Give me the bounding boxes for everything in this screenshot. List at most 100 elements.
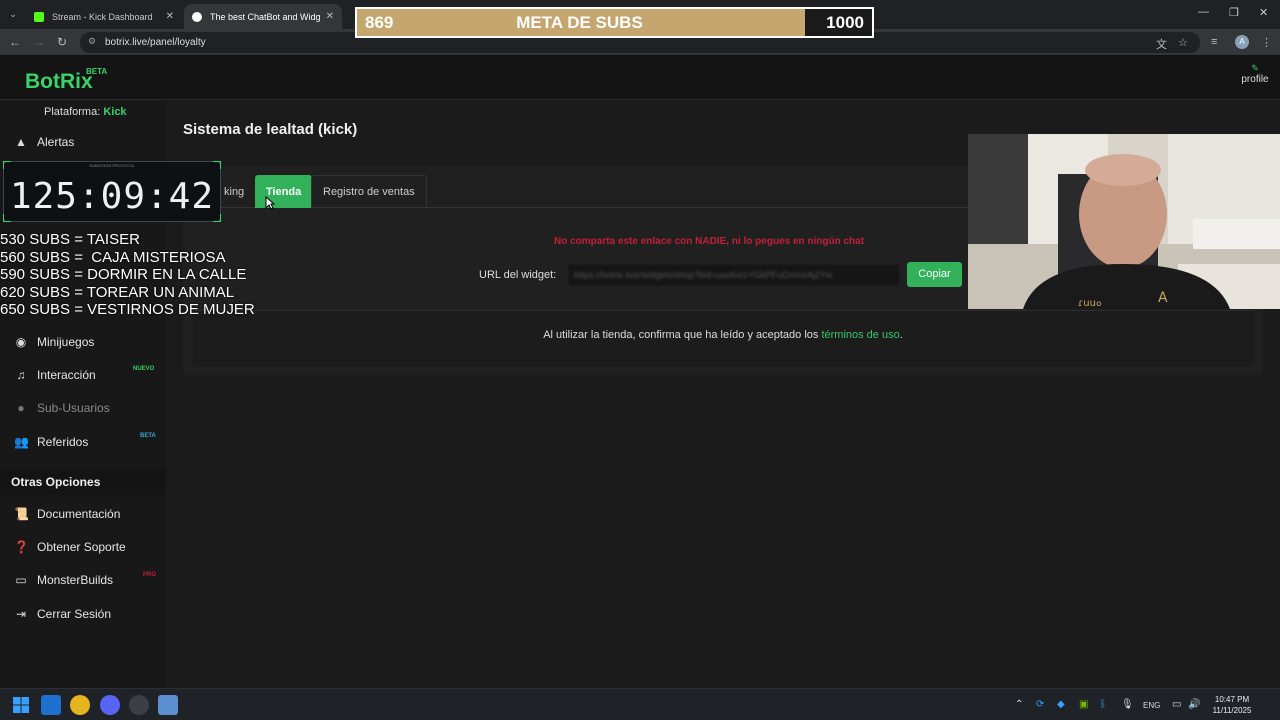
- tray-app-icon[interactable]: ◆: [1057, 699, 1065, 710]
- back-icon[interactable]: ←: [9, 35, 21, 49]
- page-title: Sistema de lealtad (kick): [183, 121, 358, 138]
- bookmark-star-icon[interactable]: ☆: [1178, 36, 1188, 49]
- sidebar-item-referidos[interactable]: 👥 Referidos: [14, 435, 88, 449]
- sidebar-item-label: Obtener Soporte: [37, 540, 126, 554]
- webcam-image: ɾuuߋ A: [968, 134, 1280, 309]
- reload-icon[interactable]: ↻: [57, 35, 67, 49]
- browser-tab-kick[interactable]: Stream - Kick Dashboard ✕: [26, 4, 182, 29]
- kick-icon: [34, 11, 44, 22]
- warning-icon: ▲: [15, 135, 27, 149]
- clock-time: 10:47 PM: [1214, 695, 1250, 704]
- users-icon: ●: [17, 401, 25, 415]
- close-tab-icon[interactable]: ✕: [166, 11, 174, 22]
- sidebar-item-label: Interacción: [37, 368, 96, 382]
- sidebar-item-interaccion[interactable]: ♫ Interacción: [14, 368, 96, 382]
- goal-target: 1000: [826, 13, 864, 32]
- tray-sync-icon[interactable]: ⟳: [1036, 699, 1044, 710]
- chrome-app-icon[interactable]: [70, 695, 90, 715]
- warning-text: No comparta este enlace con NADIE, ni lo…: [554, 236, 865, 247]
- sign-out-icon: ⇥: [15, 607, 27, 621]
- copy-button[interactable]: Copiar: [907, 262, 962, 287]
- reward-line: 650 SUBS = VESTIRNOS DE MUJER: [0, 301, 255, 319]
- sidebar-item-label: Referidos: [37, 435, 89, 449]
- site-info-icon[interactable]: ⚙: [88, 36, 96, 47]
- section-header-otras-opciones: Otras Opciones: [0, 469, 166, 495]
- platform-value: Kick: [103, 106, 127, 118]
- nvidia-icon[interactable]: ▣: [1079, 699, 1088, 710]
- windows-start-icon[interactable]: [13, 697, 29, 713]
- profile-link[interactable]: ✎ profile: [1238, 63, 1272, 85]
- user-group-icon: 👥: [14, 435, 29, 449]
- calculator-app-icon[interactable]: [158, 695, 178, 715]
- sidebar-item-sub-usuarios[interactable]: ● Sub-Usuarios: [14, 401, 110, 415]
- botrix-logo[interactable]: BotRix: [25, 70, 93, 94]
- svg-text:A: A: [1158, 290, 1168, 306]
- url-text: botrix.live/panel/loyalty: [105, 37, 206, 48]
- sidebar-item-minijuegos[interactable]: ◉ Minijuegos: [14, 335, 95, 349]
- tab-title: Stream - Kick Dashboard: [52, 11, 153, 22]
- bluetooth-icon[interactable]: ᛒ: [1100, 699, 1106, 710]
- widget-url-field[interactable]: https://botrix.live/widgets/shop?bid=uuo…: [567, 263, 901, 287]
- gamepad-icon: ◉: [15, 335, 27, 349]
- timer-value: 125:09:42: [9, 176, 215, 217]
- taskbar-clock[interactable]: 10:47 PM 11/11/2025: [1206, 694, 1258, 716]
- language-indicator[interactable]: ENG: [1143, 701, 1160, 710]
- clock-date: 11/11/2025: [1212, 706, 1252, 715]
- sidebar-item-label: Documentación: [37, 507, 121, 521]
- translate-icon[interactable]: 文: [1156, 36, 1167, 52]
- close-tab-icon[interactable]: ✕: [326, 11, 334, 22]
- close-window-icon[interactable]: ✕: [1259, 6, 1268, 19]
- sidebar-item-label: Sub-Usuarios: [37, 401, 110, 415]
- question-icon: ❓: [14, 540, 29, 554]
- platform-label: Plataforma:: [44, 106, 101, 118]
- volume-icon[interactable]: 🔊: [1188, 699, 1200, 710]
- tab-registro-ventas[interactable]: Registro de ventas: [311, 175, 427, 208]
- scroll-icon: 📜: [14, 507, 29, 521]
- tab-search-icon[interactable]: ⌄: [6, 7, 20, 21]
- tray-chevron-icon[interactable]: ⌃: [1015, 699, 1023, 710]
- microphone-icon[interactable]: 🎙: [1121, 699, 1134, 710]
- tab-title: The best ChatBot and Widgets: [210, 11, 320, 22]
- profile-label: profile: [1241, 74, 1269, 85]
- botrix-icon: [192, 11, 202, 22]
- sidebar-item-documentacion[interactable]: 📜 Documentación: [14, 507, 120, 521]
- widget-url-label: URL del widget:: [479, 269, 557, 281]
- platform-indicator: Plataforma: Kick: [44, 106, 127, 118]
- sidebar-item-soporte[interactable]: ❓ Obtener Soporte: [14, 540, 126, 554]
- restore-icon[interactable]: ❐: [1229, 6, 1239, 19]
- leaf-icon: ✎: [1251, 63, 1259, 73]
- svg-text:ɾuuߋ: ɾuuߋ: [1078, 298, 1102, 309]
- nuevo-badge: NUEVO: [133, 366, 155, 372]
- obs-app-icon[interactable]: [129, 695, 149, 715]
- windows-taskbar: ⌃ ⟳ ◆ ▣ ᛒ 🎙 ENG ▭ 🔊 10:47 PM 11/11/2025: [0, 688, 1280, 720]
- tab-tienda[interactable]: Tienda: [255, 175, 313, 208]
- reward-line: 590 SUBS = DORMIR EN LA CALLE: [0, 266, 247, 284]
- forward-icon[interactable]: →: [33, 35, 45, 49]
- browser-menu-icon[interactable]: ⋮: [1261, 36, 1272, 49]
- subs-goal-overlay: 869 META DE SUBS 1000: [355, 7, 874, 38]
- sidebar-item-label: Cerrar Sesión: [37, 607, 112, 621]
- terms-suffix: .: [899, 329, 903, 341]
- minimize-icon[interactable]: —: [1198, 6, 1209, 18]
- sidebar-item-monsterbuilds[interactable]: ▭ MonsterBuilds: [14, 573, 113, 587]
- pro-badge: PRO: [143, 572, 157, 578]
- reward-line: 530 SUBS = TAISER: [0, 231, 140, 248]
- sidebar-item-label: MonsterBuilds: [37, 573, 114, 587]
- app-header: BotRix BETA ✎ profile: [0, 56, 1280, 100]
- subs-rewards-overlay: 530 SUBS = TAISER 560 SUBS = CAJA MISTER…: [0, 231, 255, 319]
- network-icon[interactable]: ▭: [1172, 699, 1181, 710]
- subathon-timer-overlay: SUBATHON PROTOCOL 125:09:42: [3, 161, 221, 222]
- goal-title: META DE SUBS: [516, 13, 643, 32]
- sidebar-item-cerrar-sesion[interactable]: ⇥ Cerrar Sesión: [14, 607, 111, 621]
- mouse-pointer-icon: [265, 196, 275, 210]
- browser-tab-botrix[interactable]: The best ChatBot and Widgets ✕: [184, 4, 342, 29]
- terms-link[interactable]: términos de uso: [821, 329, 899, 341]
- discord-app-icon[interactable]: [100, 695, 120, 715]
- notepad-app-icon[interactable]: [41, 695, 61, 715]
- screen: ⌄ Stream - Kick Dashboard ✕ The best Cha…: [0, 0, 1280, 720]
- sidebar-item-label: Alertas: [37, 135, 75, 149]
- reading-list-icon[interactable]: ≡: [1211, 36, 1217, 48]
- browser-profile-avatar[interactable]: A: [1235, 35, 1249, 49]
- sidebar-item-alertas[interactable]: ▲ Alertas: [14, 135, 74, 149]
- music-icon: ♫: [16, 368, 26, 382]
